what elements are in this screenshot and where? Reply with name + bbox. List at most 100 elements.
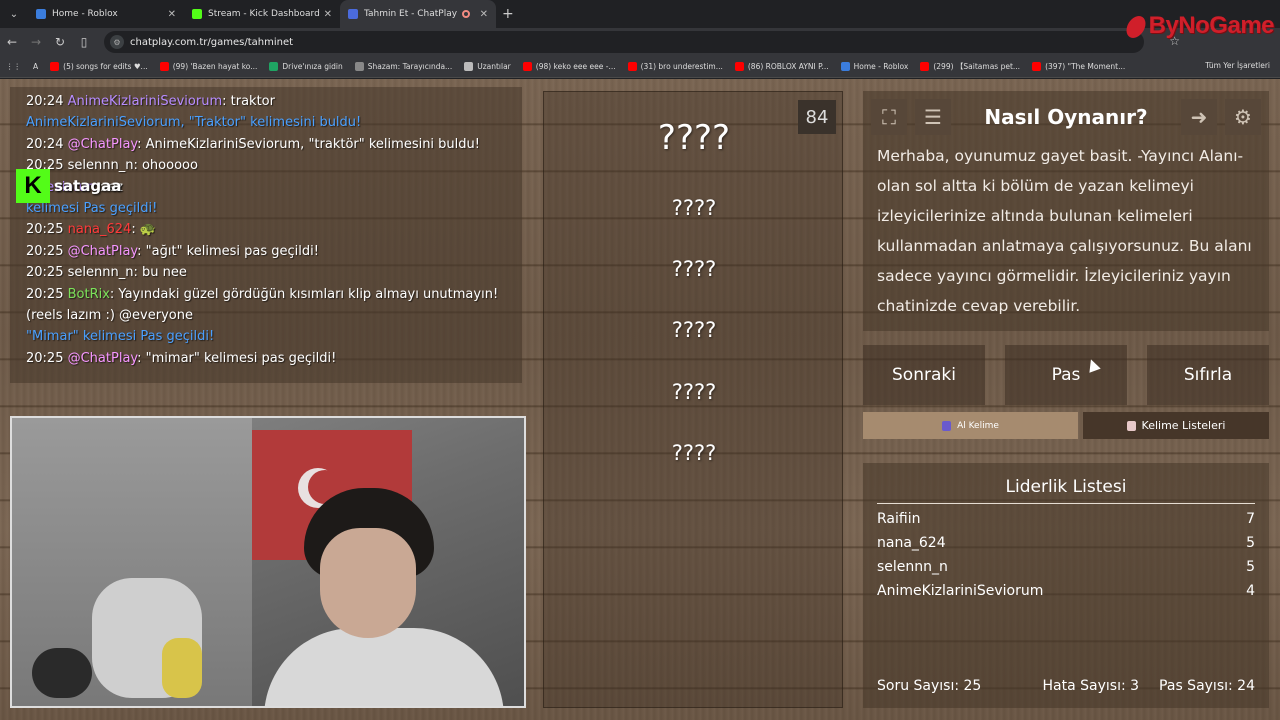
chatplay-favicon-icon — [348, 9, 358, 19]
bookmark-item[interactable]: (397) "The Moment... — [1032, 62, 1125, 71]
chat-message: 20:25 @ChatPlay: "mimar" kelimesi pas ge… — [26, 348, 506, 369]
youtube-icon — [50, 62, 60, 71]
chat-message: 20:25 selennn_n: bu nee — [26, 262, 506, 283]
tab-word-lists[interactable]: Kelime Listeleri — [1083, 412, 1269, 439]
chat-text: : bu nee — [133, 265, 187, 281]
tab-label: Home - Roblox — [52, 9, 118, 19]
pass-button[interactable]: Pas — [1005, 345, 1127, 405]
list-icon — [1126, 420, 1136, 431]
chat-username: @ChatPlay — [67, 136, 138, 152]
chat-text: : Yayındaki güzel gördüğün kısımları kli… — [109, 286, 499, 302]
hidden-word: ???? — [671, 318, 717, 342]
chat-message: "Mimar" kelimesi Pas geçildi! — [26, 326, 506, 347]
stream-scene: 20:24 AnimeKizlariniSeviorum: traktor Ani… — [0, 79, 1280, 720]
close-tab-icon[interactable]: ✕ — [168, 9, 176, 20]
recording-icon — [461, 10, 470, 18]
leaderboard-title: Liderlik Listesi — [877, 477, 1255, 504]
chat-message: 20:25 nana_624: 🐢 — [26, 219, 506, 240]
chat-text: : "ağıt" kelimesi pas geçildi! — [137, 243, 319, 259]
player-name: Raifiin — [877, 511, 921, 527]
chat-text: : AnimeKizlariniSeviorum, "traktör" keli… — [137, 136, 480, 152]
leaderboard-row: AnimeKizlariniSeviorum 4 — [877, 583, 1255, 599]
close-tab-icon[interactable]: ✕ — [480, 9, 488, 20]
chat-username: @ChatPlay — [67, 243, 138, 259]
chat-timestamp: 20:25 — [26, 350, 64, 366]
tab-kick-dashboard[interactable]: Stream - Kick Dashboard ✕ — [184, 0, 340, 28]
reload-icon[interactable]: ↻ — [48, 35, 72, 49]
next-button[interactable]: Sonraki — [863, 345, 985, 405]
player-score: 5 — [1246, 559, 1255, 575]
close-tab-icon[interactable]: ✕ — [324, 9, 332, 20]
chat-timestamp: 20:25 — [26, 265, 64, 281]
tab-roblox[interactable]: Home - Roblox ✕ — [28, 0, 184, 28]
chat-message: 20:24 AnimeKizlariniSeviorum: traktor — [26, 91, 506, 112]
bookmark-item[interactable]: (86) ROBLOX AYNI P... — [734, 62, 829, 71]
kick-logo-icon: K — [16, 169, 50, 203]
chat-message: (reels lazım :) @everyone — [26, 305, 506, 326]
chat-username: AnimeKizlariniSeviorum, "Traktor" kelime… — [26, 115, 362, 131]
hidden-word: ???? — [671, 441, 717, 465]
game-stats: Soru Sayısı: 25 Hata Sayısı: 3 Pas Sayıs… — [877, 678, 1255, 694]
youtube-icon — [734, 62, 744, 71]
bookmark-item[interactable]: (98) keko eee eee -... — [522, 62, 616, 71]
bynogame-watermark-logo: ByNoGame — [1123, 12, 1275, 40]
bookmark-item[interactable]: Shazam: Tarayıcında... — [354, 62, 452, 71]
webcam-plush-yellow — [162, 638, 202, 698]
bookmark-item[interactable]: (5) songs for edits ♥... — [50, 62, 148, 71]
how-to-play-text: Merhaba, oyunumuz gayet basit. -Yayıncı … — [877, 147, 1252, 315]
site-info-icon[interactable]: ⚙ — [110, 35, 124, 49]
question-count: Soru Sayısı: 25 — [877, 678, 982, 694]
kick-username: satagaa — [54, 177, 122, 195]
sidepanel-icon[interactable]: ▯ — [72, 35, 96, 49]
back-icon[interactable]: ← — [0, 35, 24, 49]
bookmark-item[interactable]: Uzantılar — [464, 62, 511, 71]
youtube-icon — [920, 62, 930, 71]
player-name: AnimeKizlariniSeviorum — [877, 583, 1044, 599]
chat-username: nana_624 — [67, 222, 132, 238]
chat-username: @ChatPlay — [67, 350, 138, 366]
gear-icon[interactable]: ⚙ — [1225, 99, 1261, 135]
chat-overlay: 20:24 AnimeKizlariniSeviorum: traktor Ani… — [10, 87, 522, 383]
reset-button[interactable]: Sıfırla — [1147, 345, 1269, 405]
exit-icon[interactable]: ➜ — [1181, 99, 1217, 135]
how-to-play-panel: ⛶ ☰ Nasıl Oynanır? ➜ ⚙ Merhaba, oyunumuz… — [863, 91, 1269, 331]
tab-get-word[interactable]: Al Kelime — [863, 412, 1078, 439]
apps-icon[interactable]: ⋮⋮ — [6, 62, 21, 71]
error-count: Hata Sayısı: 3 — [1042, 678, 1140, 694]
new-tab-icon[interactable]: + — [502, 6, 514, 22]
hidden-word: ???? — [671, 257, 717, 281]
youtube-icon — [1032, 62, 1042, 71]
bookmark-item[interactable]: (31) bro underestim... — [627, 62, 723, 71]
leaderboard-row: nana_624 5 — [877, 535, 1255, 551]
address-bar: ← → ↻ ▯ ⚙ chatplay.com.tr/games/tahminet… — [0, 28, 1280, 56]
leaderboard-row: selennn_n 5 — [877, 559, 1255, 575]
chat-timestamp: 20:25 — [26, 222, 64, 238]
url-text: chatplay.com.tr/games/tahminet — [130, 36, 294, 48]
chat-text: : 🐢 — [131, 222, 157, 238]
youtube-icon — [627, 62, 637, 71]
bookmark-item[interactable]: (299) 【Saitamas pet... — [920, 61, 1020, 72]
pass-count: Pas Sayısı: 24 — [1159, 678, 1255, 694]
player-name: nana_624 — [877, 535, 946, 551]
all-bookmarks-folder[interactable]: Tüm Yer İşaretleri — [1205, 61, 1270, 70]
chat-message: 20:25 @ChatPlay: "ağıt" kelimesi pas geç… — [26, 241, 506, 262]
bookmark-item[interactable]: Drive'ınıza gidin — [269, 62, 343, 71]
chat-timestamp: 20:24 — [26, 136, 64, 152]
chat-username: BotRix — [67, 286, 110, 302]
chat-message: 20:25 BotRix: Yayındaki güzel gördüğün k… — [26, 284, 506, 305]
url-input[interactable]: ⚙ chatplay.com.tr/games/tahminet — [104, 31, 1144, 53]
player-name: selennn_n — [877, 559, 948, 575]
tab-search-icon[interactable]: ⌄ — [0, 0, 28, 28]
chat-text: : ohooooo — [133, 158, 198, 174]
bookmark-item[interactable]: Home - Roblox — [840, 62, 908, 71]
tab-chatplay[interactable]: Tahmin Et - ChatPlay ✕ — [340, 0, 496, 28]
bookmark-a-icon[interactable]: A — [33, 62, 38, 71]
robot-icon — [942, 420, 952, 431]
chat-message: 20:24 @ChatPlay: AnimeKizlariniSeviorum,… — [26, 134, 506, 155]
chat-username: kelimesi Pas geçildi! — [26, 201, 158, 217]
tab-label: Tahmin Et - ChatPlay — [364, 9, 458, 19]
roblox-favicon-icon — [36, 9, 46, 19]
bookmark-item[interactable]: (99) 'Bazen hayat ko... — [159, 62, 257, 71]
bookmarks-bar: ⋮⋮ A (5) songs for edits ♥... (99) 'Baze… — [0, 56, 1280, 78]
forward-icon[interactable]: → — [24, 35, 48, 49]
